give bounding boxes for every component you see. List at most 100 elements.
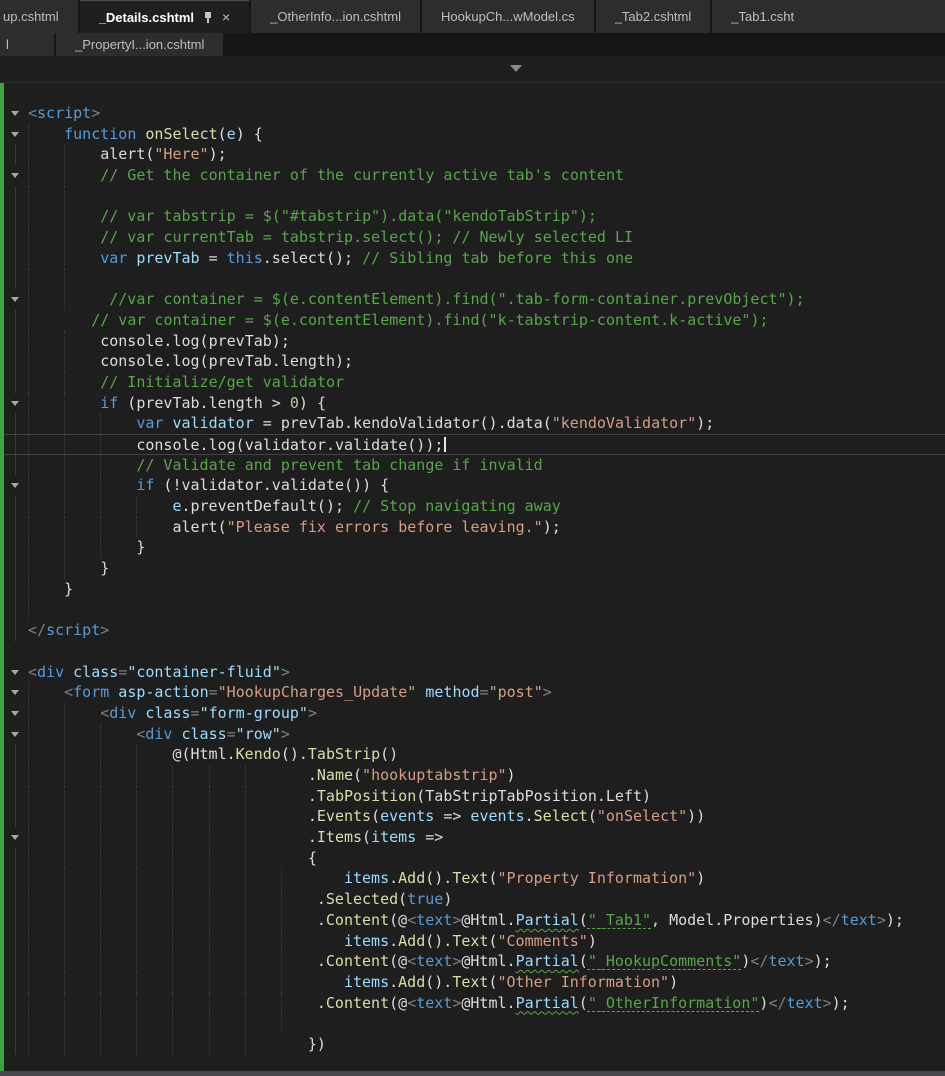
code-line[interactable]: .Name("hookuptabstrip") — [4, 765, 945, 786]
fold-chevron-icon[interactable] — [4, 393, 28, 414]
editor-tab[interactable]: _PropertyI...ion.cshtml — [56, 33, 224, 56]
code-line[interactable]: var prevTab = this.select(); // Sibling … — [4, 247, 945, 269]
code-line[interactable]: <form asp-action="HookupCharges_Update" … — [4, 682, 945, 703]
code-line[interactable]: if (prevTab.length > 0) { — [4, 392, 945, 414]
tab-row-2: l _PropertyI...ion.cshtml — [0, 33, 945, 56]
editor-tab[interactable]: HookupCh...wModel.cs — [421, 0, 594, 33]
code-line[interactable]: <script> — [4, 103, 945, 124]
tab-label: _PropertyI...ion.cshtml — [75, 37, 205, 52]
code-line[interactable] — [4, 599, 945, 621]
code-line[interactable]: console.log(prevTab.length); — [4, 351, 945, 372]
code-text: <div class="container-fluid"> — [28, 662, 290, 681]
code-line[interactable]: }) — [4, 1033, 945, 1055]
gutter-margin — [4, 992, 28, 1014]
code-line[interactable]: alert("Please fix errors before leaving.… — [4, 516, 945, 538]
editor-tab[interactable]: _Tab2.cshtml — [595, 0, 711, 33]
pin-icon[interactable] — [203, 11, 213, 24]
code-line[interactable]: var validator = prevTab.kendoValidator()… — [4, 413, 945, 435]
code-line[interactable]: function onSelect(e) { — [4, 123, 945, 145]
code-text: // var currentTab = tabstrip.select(); /… — [28, 227, 945, 248]
code-text: var validator = prevTab.kendoValidator()… — [28, 413, 945, 435]
code-line[interactable]: items.Add().Text("Other Information") — [4, 971, 945, 993]
code-line[interactable]: alert("Here"); — [4, 144, 945, 166]
code-line[interactable]: // Validate and prevent tab change if in… — [4, 454, 945, 476]
code-line[interactable]: } — [4, 558, 945, 579]
gutter-margin — [4, 496, 28, 517]
code-line[interactable]: items.Add().Text("Comments") — [4, 930, 945, 952]
code-line[interactable]: // var tabstrip = $("#tabstrip").data("k… — [4, 206, 945, 228]
gutter-margin — [4, 516, 28, 538]
gutter-margin — [4, 185, 28, 207]
code-line[interactable] — [4, 641, 945, 662]
code-line[interactable]: .Events(events => events.Select("onSelec… — [4, 806, 945, 828]
editor-tab[interactable]: l — [0, 33, 54, 56]
code-line[interactable] — [4, 1013, 945, 1034]
tab-label: l — [6, 37, 9, 52]
fold-chevron-icon[interactable] — [4, 103, 28, 124]
code-text: var prevTab = this.select(); // Sibling … — [28, 247, 945, 269]
code-text: @(Html.Kendo().TabStrip() — [28, 744, 945, 766]
code-line[interactable]: // Get the container of the currently ac… — [4, 165, 945, 186]
scrollbar-thumb[interactable] — [0, 1071, 945, 1076]
tab-row-1: up.cshtml _Details.cshtml × _OtherInfo...io… — [0, 0, 945, 33]
code-text: console.log(prevTab); — [28, 330, 945, 352]
tab-label: up.cshtml — [3, 9, 59, 24]
code-line[interactable]: .Content(@<text>@Html.Partial("_Tab1", M… — [4, 909, 945, 931]
fold-chevron-icon[interactable] — [4, 682, 28, 703]
editor-tab[interactable]: up.cshtml — [0, 0, 78, 33]
fold-chevron-icon[interactable] — [4, 827, 28, 848]
gutter-margin — [4, 1013, 28, 1034]
fold-chevron-icon[interactable] — [4, 703, 28, 724]
gutter-margin — [4, 599, 28, 621]
fold-chevron-icon[interactable] — [4, 662, 28, 683]
editor-top-strip — [0, 56, 945, 83]
fold-chevron-icon[interactable] — [4, 124, 28, 145]
editor-tab[interactable]: _Details.cshtml × — [79, 0, 250, 33]
code-line[interactable]: } — [4, 537, 945, 559]
gutter-margin — [4, 247, 28, 269]
editor-tab[interactable]: _OtherInfo...ion.cshtml — [251, 0, 420, 33]
code-text: .Name("hookuptabstrip") — [28, 765, 945, 786]
code-line[interactable]: <div class="container-fluid"> — [4, 662, 945, 683]
code-line[interactable]: { — [4, 847, 945, 869]
gutter-margin — [4, 454, 28, 476]
code-line[interactable] — [4, 185, 945, 207]
code-line[interactable]: console.log(validator.validate()); — [4, 434, 945, 456]
code-line[interactable]: //var container = $(e.contentElement).fi… — [4, 289, 945, 310]
code-line[interactable]: items.Add().Text("Property Information") — [4, 868, 945, 890]
close-icon[interactable]: × — [222, 10, 230, 24]
gutter-margin — [4, 971, 28, 993]
code-line[interactable]: console.log(prevTab); — [4, 330, 945, 352]
gutter-margin — [4, 620, 28, 641]
code-line[interactable]: .Content(@<text>@Html.Partial("_HookupCo… — [4, 951, 945, 972]
code-text: items.Add().Text("Other Information") — [28, 971, 945, 993]
code-line[interactable]: <div class="form-group"> — [4, 702, 945, 724]
code-line[interactable]: if (!validator.validate()) { — [4, 475, 945, 497]
code-text: <script> — [28, 104, 101, 122]
code-line[interactable]: .Content(@<text>@Html.Partial("_OtherInf… — [4, 992, 945, 1014]
code-line[interactable]: e.preventDefault(); // Stop navigating a… — [4, 496, 945, 517]
fold-chevron-icon[interactable] — [4, 475, 28, 496]
editor-tab[interactable]: _Tab1.csht — [712, 0, 945, 33]
code-line[interactable]: // var currentTab = tabstrip.select(); /… — [4, 227, 945, 248]
code-line[interactable]: .Selected(true) — [4, 889, 945, 910]
code-line[interactable]: </script> — [4, 620, 945, 641]
gutter-margin — [4, 889, 28, 910]
code-line[interactable]: .TabPosition(TabStripTabPosition.Left) — [4, 785, 945, 807]
code-line[interactable]: .Items(items => — [4, 827, 945, 848]
gutter-margin — [4, 351, 28, 372]
code-line[interactable]: // Initialize/get validator — [4, 371, 945, 393]
code-line[interactable]: @(Html.Kendo().TabStrip() — [4, 744, 945, 766]
editor-pane[interactable]: <script> function onSelect(e) { alert("H… — [0, 83, 945, 1076]
code-text: .Content(@<text>@Html.Partial("_Tab1", M… — [28, 909, 945, 931]
fold-chevron-icon[interactable] — [4, 165, 28, 186]
code-line[interactable] — [4, 268, 945, 290]
code-line[interactable]: // var container = $(e.contentElement).f… — [4, 309, 945, 331]
fold-chevron-icon[interactable] — [4, 289, 28, 310]
fold-chevron-icon[interactable] — [4, 724, 28, 745]
gutter-margin — [4, 806, 28, 827]
code-line[interactable]: <div class="row"> — [4, 723, 945, 745]
horizontal-scrollbar[interactable] — [0, 1071, 945, 1076]
code-line[interactable]: } — [4, 578, 945, 600]
chevron-down-icon[interactable] — [510, 65, 522, 72]
